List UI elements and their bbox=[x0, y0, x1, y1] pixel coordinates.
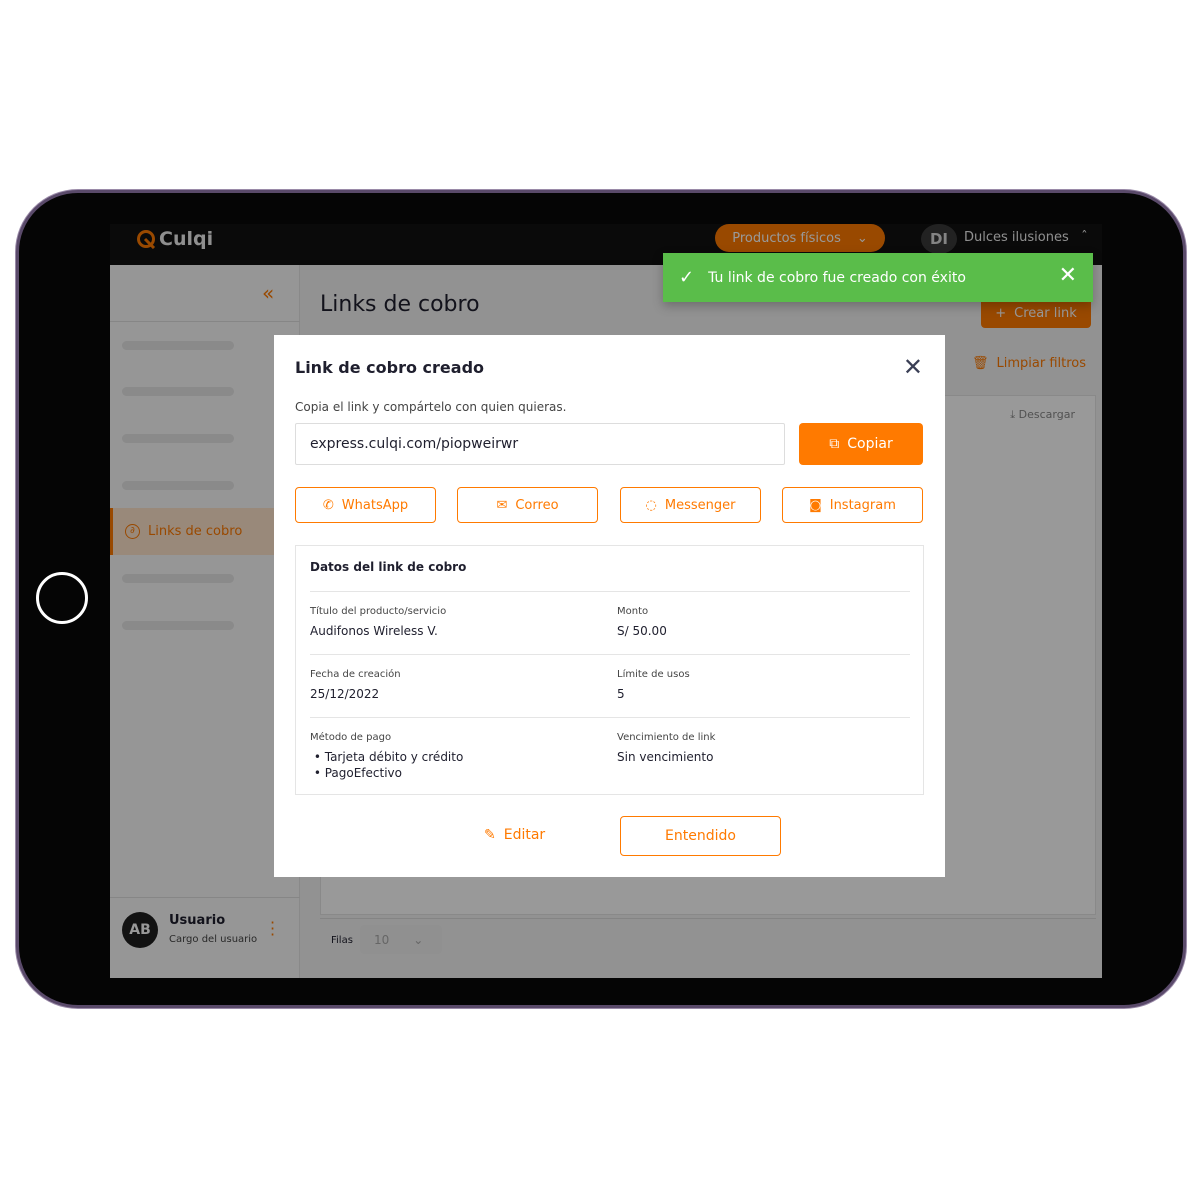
detail-value: 5 bbox=[617, 687, 625, 701]
amount-detail: Monto S/ 50.00 bbox=[617, 606, 910, 639]
edit-label: Editar bbox=[503, 827, 546, 843]
share-messenger-button[interactable]: ◌ Messenger bbox=[620, 487, 761, 523]
close-icon[interactable]: ✕ bbox=[903, 353, 923, 381]
payment-method-detail: Método de pago • Tarjeta débito y crédit… bbox=[310, 732, 603, 781]
divider bbox=[310, 591, 910, 592]
success-toast: ✓ Tu link de cobro fue creado con éxito … bbox=[663, 253, 1093, 302]
divider bbox=[310, 654, 910, 655]
details-title: Datos del link de cobro bbox=[310, 560, 467, 574]
modal-subtitle: Copia el link y compártelo con quien qui… bbox=[295, 400, 567, 414]
messenger-icon: ◌ bbox=[645, 497, 657, 513]
detail-label: Título del producto/servicio bbox=[310, 606, 447, 617]
pencil-icon: ✎ bbox=[484, 827, 496, 843]
expiry-detail: Vencimiento de link Sin vencimiento bbox=[617, 732, 910, 765]
link-field[interactable]: express.culqi.com/piopweirwr bbox=[295, 423, 785, 465]
product-detail: Título del producto/servicio Audifonos Wi… bbox=[310, 606, 603, 639]
detail-value: • Tarjeta débito y crédito • PagoEfectiv… bbox=[310, 750, 464, 780]
share-email-button[interactable]: ✉ Correo bbox=[457, 487, 598, 523]
detail-label: Monto bbox=[617, 606, 649, 617]
detail-value: S/ 50.00 bbox=[617, 624, 667, 638]
edit-button[interactable]: ✎ Editar bbox=[484, 827, 545, 843]
whatsapp-icon: ✆ bbox=[322, 497, 334, 513]
link-created-modal: Link de cobro creado ✕ Copia el link y c… bbox=[274, 335, 945, 877]
share-whatsapp-button[interactable]: ✆ WhatsApp bbox=[295, 487, 436, 523]
link-details: Datos del link de cobro Título del produ… bbox=[295, 545, 924, 795]
instagram-icon: ◙ bbox=[809, 497, 822, 513]
share-label: Correo bbox=[515, 497, 559, 513]
limit-detail: Límite de usos 5 bbox=[617, 669, 910, 702]
email-icon: ✉ bbox=[496, 497, 508, 513]
screen: Culqi Productos físicos ⌄ DI Dulces ilusi… bbox=[110, 224, 1102, 978]
share-label: WhatsApp bbox=[341, 497, 409, 513]
divider bbox=[310, 717, 910, 718]
payment-method-item: PagoEfectivo bbox=[324, 766, 402, 780]
detail-value: Audifonos Wireless V. bbox=[310, 624, 438, 638]
close-toast-icon[interactable]: ✕ bbox=[1059, 263, 1077, 288]
detail-label: Vencimiento de link bbox=[617, 732, 716, 743]
copy-icon: ⧉ bbox=[829, 436, 840, 452]
date-detail: Fecha de creación 25/12/2022 bbox=[310, 669, 603, 702]
share-instagram-button[interactable]: ◙ Instagram bbox=[782, 487, 923, 523]
modal-title: Link de cobro creado bbox=[295, 358, 485, 377]
share-label: Messenger bbox=[664, 497, 736, 513]
detail-value: Sin vencimiento bbox=[617, 750, 714, 764]
detail-value: 25/12/2022 bbox=[310, 687, 380, 701]
toast-message: Tu link de cobro fue creado con éxito bbox=[708, 269, 966, 286]
understood-button[interactable]: Entendido bbox=[620, 816, 781, 856]
detail-label: Método de pago bbox=[310, 732, 392, 743]
detail-label: Fecha de creación bbox=[310, 669, 401, 680]
check-icon: ✓ bbox=[679, 267, 695, 288]
detail-label: Límite de usos bbox=[617, 669, 690, 680]
copy-button[interactable]: ⧉ Copiar bbox=[799, 423, 923, 465]
copy-label: Copiar bbox=[847, 436, 893, 452]
home-button[interactable] bbox=[36, 572, 88, 624]
share-label: Instagram bbox=[829, 497, 896, 513]
payment-method-item: Tarjeta débito y crédito bbox=[324, 750, 464, 764]
